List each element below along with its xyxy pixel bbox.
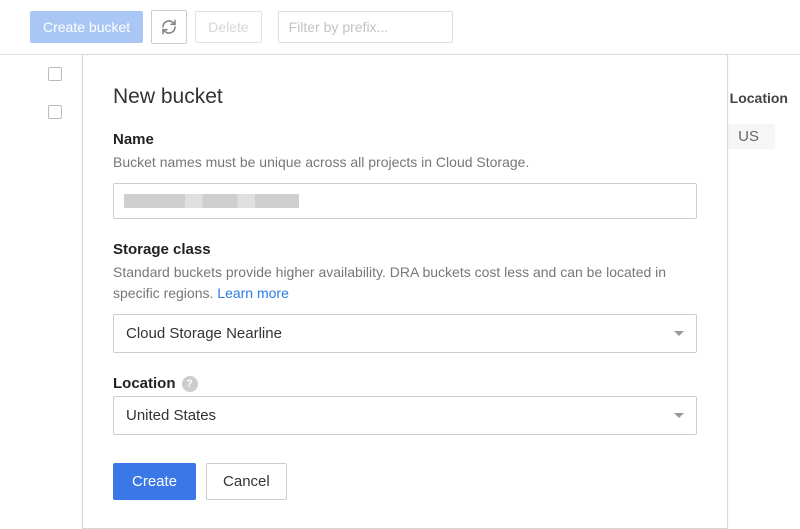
storage-class-value: Cloud Storage Nearline xyxy=(126,325,282,342)
location-select[interactable]: United States xyxy=(113,396,697,435)
cancel-button[interactable]: Cancel xyxy=(206,463,287,500)
new-bucket-dialog: New bucket Name Bucket names must be uni… xyxy=(82,54,728,529)
select-all-checkbox[interactable] xyxy=(48,67,62,81)
refresh-button[interactable] xyxy=(151,10,187,44)
create-button[interactable]: Create xyxy=(113,463,196,500)
dialog-actions: Create Cancel xyxy=(113,463,697,500)
filter-input[interactable] xyxy=(278,11,453,43)
location-label: Location ? xyxy=(113,375,697,392)
row-checkbox[interactable] xyxy=(48,105,62,119)
delete-button[interactable]: Delete xyxy=(195,11,261,43)
storage-class-select[interactable]: Cloud Storage Nearline xyxy=(113,314,697,353)
chevron-down-icon xyxy=(674,413,684,418)
name-hint: Bucket names must be unique across all p… xyxy=(113,152,697,173)
bucket-name-input[interactable] xyxy=(113,183,697,219)
chevron-down-icon xyxy=(674,331,684,336)
location-value: United States xyxy=(126,407,216,424)
create-bucket-button[interactable]: Create bucket xyxy=(30,11,143,43)
name-field: Name Bucket names must be unique across … xyxy=(113,131,697,219)
dialog-title: New bucket xyxy=(113,85,697,109)
location-cell: US xyxy=(722,124,775,149)
refresh-icon xyxy=(161,19,177,35)
storage-class-hint: Standard buckets provide higher availabi… xyxy=(113,262,697,304)
storage-class-label: Storage class xyxy=(113,241,697,258)
storage-class-field: Storage class Standard buckets provide h… xyxy=(113,241,697,353)
location-field: Location ? United States xyxy=(113,375,697,435)
location-column-header: Location xyxy=(730,90,788,106)
help-icon[interactable]: ? xyxy=(182,376,198,392)
learn-more-link[interactable]: Learn more xyxy=(217,285,289,301)
toolbar: Create bucket Delete xyxy=(0,0,800,55)
redacted-value xyxy=(124,194,299,208)
name-label: Name xyxy=(113,131,697,148)
